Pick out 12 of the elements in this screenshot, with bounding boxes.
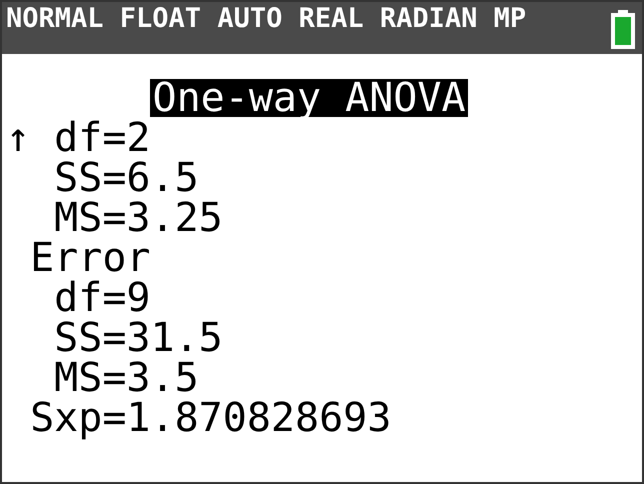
result-value: Sxp=1.870828693 — [30, 398, 392, 438]
section-label: Error — [30, 238, 150, 278]
result-value: df=9 — [54, 278, 150, 318]
battery-icon — [610, 10, 636, 50]
scroll-indicator: ↑ — [6, 118, 30, 158]
result-value: SS=31.5 — [54, 318, 223, 358]
mode-indicators: NORMAL FLOAT AUTO REAL RADIAN MP — [6, 2, 526, 36]
result-value: MS=3.5 — [54, 358, 199, 398]
result-value: MS=3.25 — [54, 198, 223, 238]
result-value: df=2 — [54, 118, 150, 158]
screen-title: One-way ANOVA — [150, 79, 468, 117]
result-value: SS=6.5 — [54, 158, 199, 198]
